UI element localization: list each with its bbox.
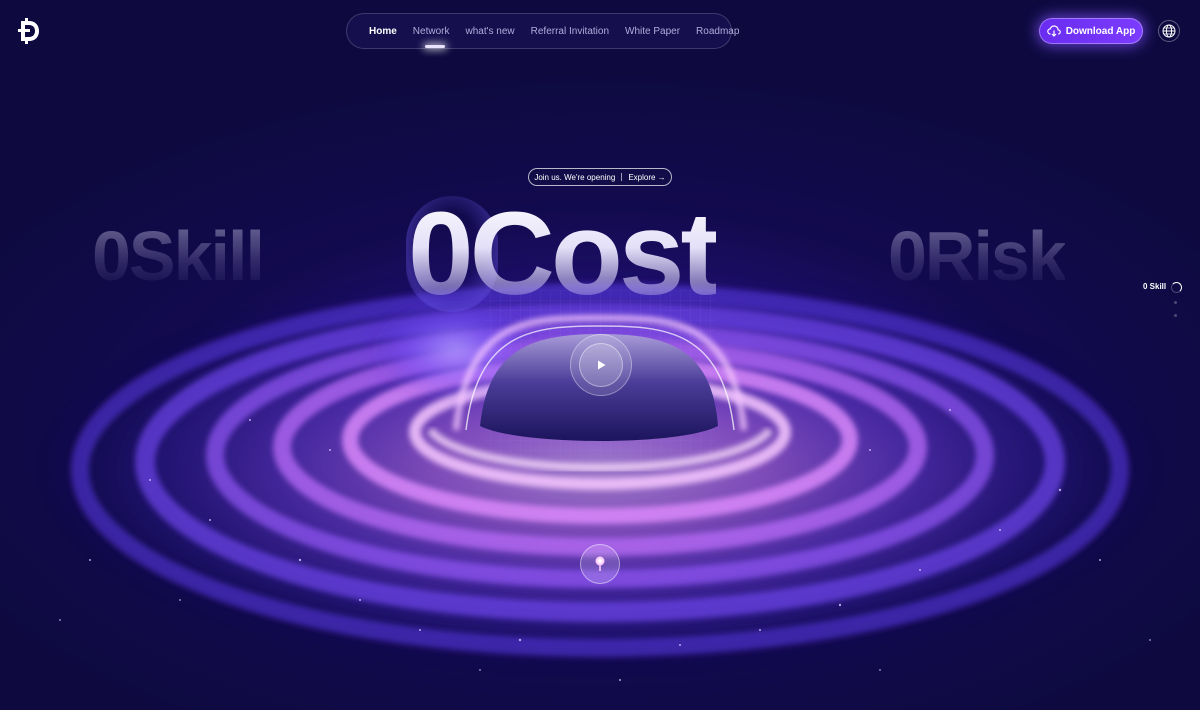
pill-separator	[621, 173, 623, 181]
nav-item-roadmap[interactable]: Roadmap	[696, 26, 739, 37]
nav-item-network[interactable]: Network	[413, 26, 450, 37]
play-icon	[598, 360, 606, 370]
nav-active-indicator	[425, 45, 445, 48]
cloud-download-icon	[1046, 25, 1061, 37]
announcement-text: Join us. We're opening	[534, 172, 616, 182]
side-dot[interactable]	[1174, 314, 1177, 317]
side-indicator-label[interactable]: 0 Skill	[1143, 282, 1166, 291]
play-button-inner	[579, 343, 623, 387]
announcement-pill: Join us. We're opening Explore →	[528, 168, 672, 186]
download-app-label: Download App	[1065, 25, 1136, 37]
nav-item-home[interactable]: Home	[369, 26, 397, 37]
globe-icon	[1162, 24, 1176, 38]
headline-word-right: 0Risk	[888, 217, 1067, 295]
pin-icon	[595, 556, 605, 571]
nav-item-whats-new[interactable]: what's new	[465, 26, 514, 37]
d-coin-logo-icon[interactable]	[16, 17, 42, 45]
play-video-button[interactable]	[570, 334, 632, 396]
side-dot[interactable]	[1174, 301, 1177, 304]
main-nav: Home Network what's new Referral Invitat…	[346, 13, 739, 49]
progress-ring-icon	[1171, 282, 1182, 293]
download-app-button[interactable]: Download App	[1039, 18, 1143, 44]
nav-item-referral-invitation[interactable]: Referral Invitation	[531, 26, 609, 37]
headline-word-left: 0Skill	[92, 217, 265, 295]
language-button[interactable]	[1158, 20, 1180, 42]
headline-word-main: 0Cost	[408, 188, 720, 320]
explore-link[interactable]: Explore →	[628, 173, 665, 182]
nav-item-white-paper[interactable]: White Paper	[625, 26, 680, 37]
scroll-down-button[interactable]	[580, 544, 620, 584]
